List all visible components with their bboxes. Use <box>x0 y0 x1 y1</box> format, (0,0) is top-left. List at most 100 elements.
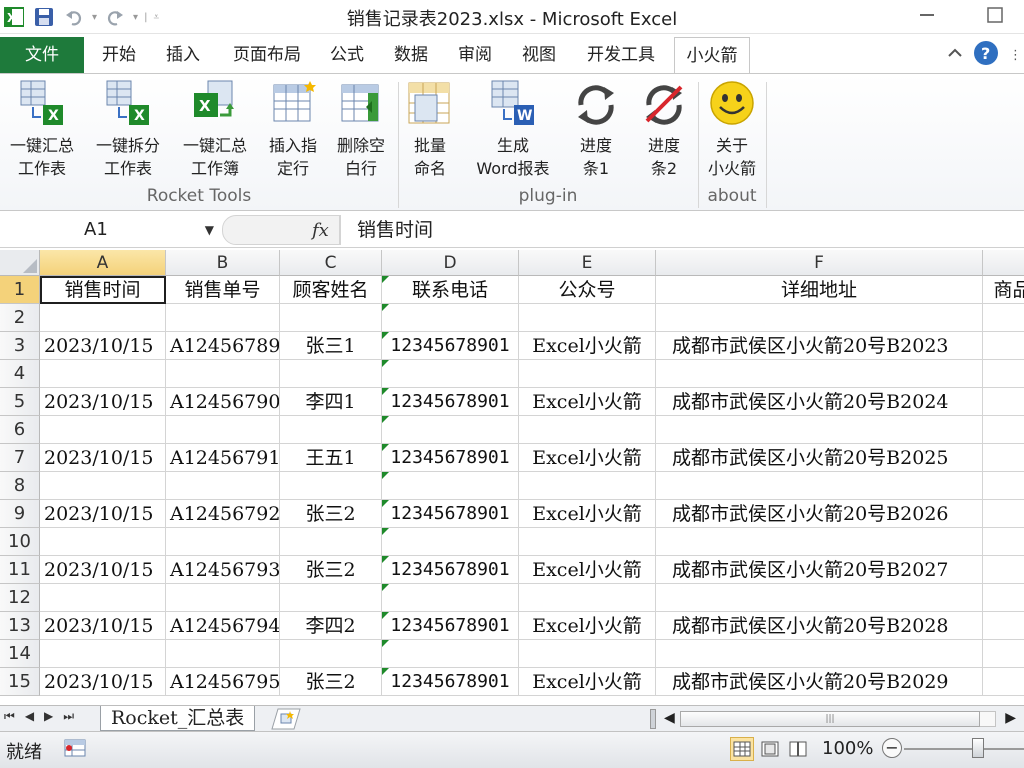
table-cell[interactable] <box>656 640 983 668</box>
table-cell[interactable]: 王五1 <box>280 444 382 472</box>
table-cell[interactable]: Excel小火箭 <box>519 612 656 640</box>
table-cell[interactable]: 2023/10/15 <box>40 556 166 584</box>
row-header[interactable]: 14 <box>0 640 40 668</box>
table-cell[interactable]: 2023/10/15 <box>40 668 166 696</box>
table-cell[interactable] <box>519 416 656 444</box>
table-cell[interactable] <box>519 360 656 388</box>
table-cell[interactable]: Excel小火箭 <box>519 332 656 360</box>
zoom-slider-knob[interactable] <box>972 738 984 758</box>
table-cell[interactable] <box>382 304 519 332</box>
table-cell[interactable] <box>519 472 656 500</box>
table-cell[interactable]: 2023/10/15 <box>40 612 166 640</box>
table-cell[interactable]: 12345678901 <box>382 556 519 584</box>
table-cell[interactable]: Excel小火箭 <box>519 500 656 528</box>
normal-view-icon[interactable] <box>730 737 754 761</box>
column-header-a[interactable]: A <box>40 250 166 276</box>
table-cell[interactable] <box>382 528 519 556</box>
merge-sheets-button[interactable]: X 一键汇总 工作表 <box>2 78 82 180</box>
table-cell[interactable] <box>166 584 280 612</box>
table-cell[interactable] <box>382 584 519 612</box>
table-cell[interactable] <box>983 332 1024 360</box>
table-cell[interactable] <box>166 472 280 500</box>
table-cell[interactable]: 销售时间 <box>40 276 166 304</box>
maximize-button[interactable] <box>980 4 1010 26</box>
table-cell[interactable]: 李四1 <box>280 388 382 416</box>
table-cell[interactable] <box>656 360 983 388</box>
table-cell[interactable] <box>656 584 983 612</box>
row-header[interactable]: 13 <box>0 612 40 640</box>
column-header-e[interactable]: E <box>519 250 656 276</box>
last-sheet-icon[interactable]: ⏭ <box>63 709 74 724</box>
table-cell[interactable] <box>166 528 280 556</box>
table-cell[interactable]: 12345678901 <box>382 332 519 360</box>
sheet-tab-rocket-summary[interactable]: Rocket_汇总表 <box>100 706 256 731</box>
row-header[interactable]: 2 <box>0 304 40 332</box>
table-cell[interactable] <box>280 640 382 668</box>
name-box-dropdown-icon[interactable]: ▼ <box>205 214 214 246</box>
row-header[interactable]: 12 <box>0 584 40 612</box>
row-header[interactable]: 11 <box>0 556 40 584</box>
column-header-f[interactable]: F <box>656 250 983 276</box>
table-cell[interactable]: A12456791 <box>166 444 280 472</box>
table-cell[interactable] <box>280 584 382 612</box>
table-cell[interactable]: 成都市武侯区小火箭20号B2025 <box>656 444 983 472</box>
table-cell[interactable] <box>983 556 1024 584</box>
tab-developer[interactable]: 开发工具 <box>576 37 666 73</box>
row-header[interactable]: 10 <box>0 528 40 556</box>
table-cell[interactable]: 2023/10/15 <box>40 444 166 472</box>
table-cell[interactable] <box>280 304 382 332</box>
table-cell[interactable] <box>519 304 656 332</box>
table-cell[interactable] <box>983 640 1024 668</box>
tab-data[interactable]: 数据 <box>384 37 438 73</box>
next-sheet-icon[interactable]: ▶ <box>44 709 53 724</box>
table-cell[interactable] <box>40 584 166 612</box>
table-cell[interactable] <box>280 416 382 444</box>
row-header[interactable]: 3 <box>0 332 40 360</box>
table-cell[interactable]: 联系电话 <box>382 276 519 304</box>
table-cell[interactable]: 成都市武侯区小火箭20号B2026 <box>656 500 983 528</box>
table-cell[interactable] <box>983 612 1024 640</box>
table-cell[interactable] <box>40 640 166 668</box>
table-cell[interactable] <box>40 304 166 332</box>
table-cell[interactable] <box>983 416 1024 444</box>
table-cell[interactable] <box>983 584 1024 612</box>
table-cell[interactable] <box>983 304 1024 332</box>
table-cell[interactable]: 张三1 <box>280 332 382 360</box>
insert-sheet-icon[interactable] <box>270 708 304 730</box>
tab-split-handle[interactable] <box>650 709 656 729</box>
tab-review[interactable]: 审阅 <box>448 37 502 73</box>
table-cell[interactable]: 12345678901 <box>382 612 519 640</box>
zoom-out-icon[interactable]: − <box>882 738 902 758</box>
zoom-slider[interactable]: − <box>880 736 1024 762</box>
row-header[interactable]: 7 <box>0 444 40 472</box>
table-cell[interactable]: 成都市武侯区小火箭20号B2024 <box>656 388 983 416</box>
about-button[interactable]: 关于 小火箭 <box>700 78 764 180</box>
table-cell[interactable] <box>656 472 983 500</box>
table-cell[interactable] <box>382 472 519 500</box>
table-cell[interactable]: A12456790 <box>166 388 280 416</box>
row-header[interactable]: 9 <box>0 500 40 528</box>
table-cell[interactable] <box>983 472 1024 500</box>
table-cell[interactable]: A12456793 <box>166 556 280 584</box>
table-cell[interactable]: 12345678901 <box>382 500 519 528</box>
minimize-button[interactable] <box>912 4 942 26</box>
tab-file[interactable]: 文件 <box>0 37 84 73</box>
delete-blank-rows-button[interactable]: 删除空 白行 <box>330 78 392 180</box>
table-cell[interactable] <box>983 528 1024 556</box>
table-cell[interactable] <box>983 388 1024 416</box>
table-cell[interactable] <box>382 360 519 388</box>
column-header-partial[interactable] <box>983 250 1024 276</box>
table-cell[interactable] <box>983 360 1024 388</box>
table-cell[interactable]: Excel小火箭 <box>519 668 656 696</box>
table-cell[interactable]: Excel小火箭 <box>519 556 656 584</box>
split-sheets-button[interactable]: X 一键拆分 工作表 <box>88 78 168 180</box>
table-cell[interactable]: A12456794 <box>166 612 280 640</box>
table-cell[interactable]: A12456795 <box>166 668 280 696</box>
table-cell[interactable]: 成都市武侯区小火箭20号B2027 <box>656 556 983 584</box>
horizontal-scrollbar[interactable]: ◀ ||| ▶ <box>650 709 1020 729</box>
select-all-button[interactable] <box>0 250 40 276</box>
help-icon[interactable]: ? <box>973 40 999 70</box>
table-cell[interactable]: 2023/10/15 <box>40 332 166 360</box>
table-cell[interactable] <box>382 640 519 668</box>
page-break-view-icon[interactable] <box>786 737 810 761</box>
